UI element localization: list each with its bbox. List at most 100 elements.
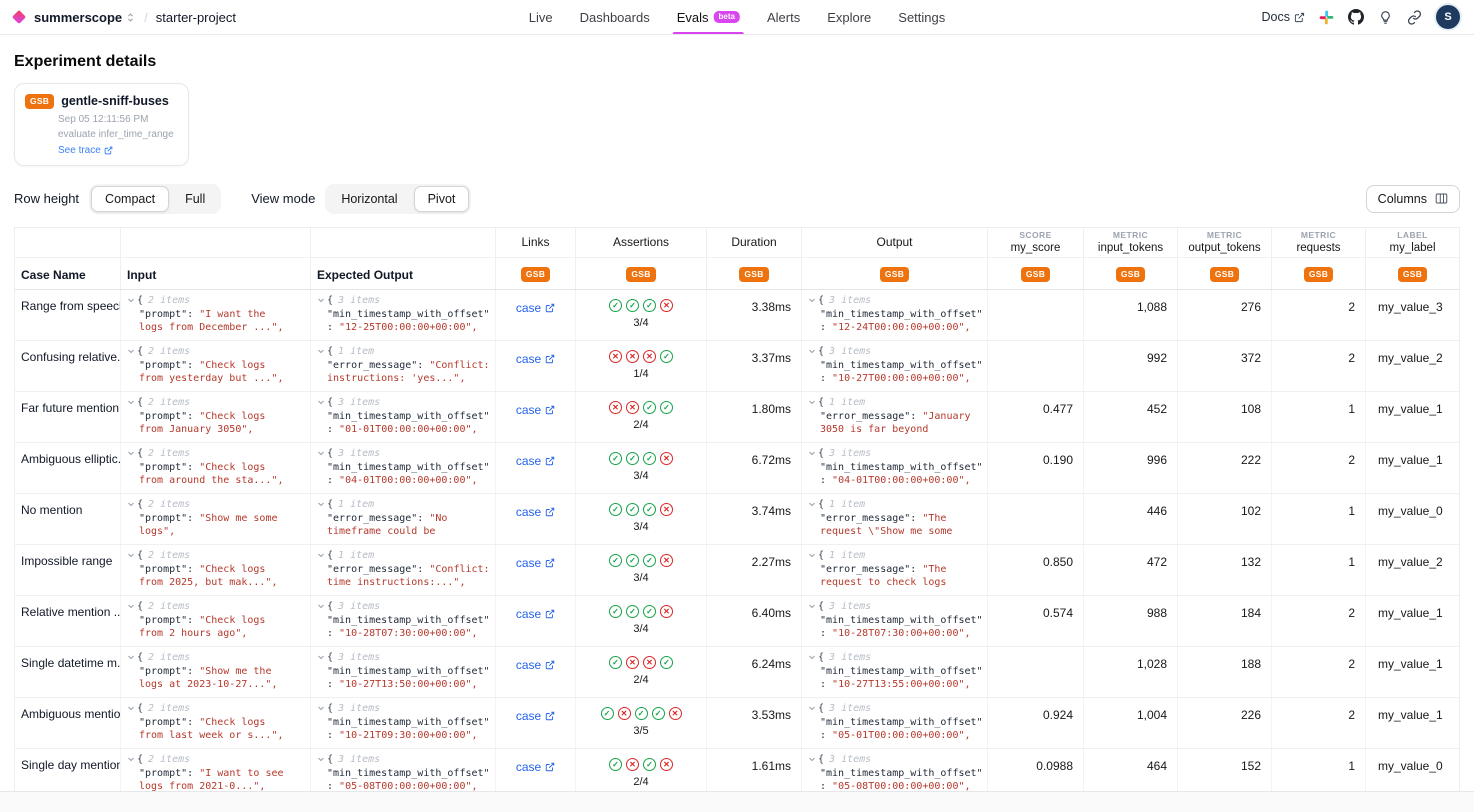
output-cell[interactable]: { 3 items "min_timestamp_with_offset": "… — [802, 596, 988, 646]
output-cell[interactable]: { 3 items "min_timestamp_with_offset": "… — [802, 698, 988, 748]
case-name-cell[interactable]: Relative mention ... — [15, 596, 121, 646]
expected-output-cell[interactable]: { 3 items "min_timestamp_with_offset": "… — [311, 392, 496, 442]
chevron-down-icon[interactable] — [808, 551, 816, 559]
gsb-badge[interactable]: GSB — [626, 267, 655, 282]
view-mode-horizontal-button[interactable]: Horizontal — [327, 186, 411, 212]
column-header-case-name[interactable]: Case Name — [15, 258, 121, 289]
chevron-down-icon[interactable] — [127, 653, 135, 661]
expected-output-cell[interactable]: { 3 items "min_timestamp_with_offset": "… — [311, 290, 496, 340]
input-cell[interactable]: { 2 items "prompt": "Check logs from aro… — [121, 443, 311, 493]
slack-icon[interactable] — [1319, 10, 1334, 25]
view-mode-pivot-button[interactable]: Pivot — [414, 186, 470, 212]
table-row[interactable]: Impossible range { 2 items "prompt": "Ch… — [15, 545, 1459, 596]
gsb-badge[interactable]: GSB — [1210, 267, 1239, 282]
case-name-cell[interactable]: Ambiguous elliptic... — [15, 443, 121, 493]
chevron-down-icon[interactable] — [808, 449, 816, 457]
row-height-compact-button[interactable]: Compact — [91, 186, 169, 212]
table-row[interactable]: Confusing relative... { 2 items "prompt"… — [15, 341, 1459, 392]
chevron-down-icon[interactable] — [808, 755, 816, 763]
case-trace-link[interactable]: case — [516, 403, 555, 417]
expected-output-cell[interactable]: { 3 items "min_timestamp_with_offset": "… — [311, 596, 496, 646]
chevron-down-icon[interactable] — [317, 398, 325, 406]
gsb-badge[interactable]: GSB — [1021, 267, 1050, 282]
chevron-down-icon[interactable] — [127, 398, 135, 406]
columns-button[interactable]: Columns — [1366, 185, 1460, 213]
case-trace-link[interactable]: case — [516, 556, 555, 570]
column-header-score[interactable]: SCOREmy_score — [988, 228, 1084, 257]
column-header-requests[interactable]: METRICrequests — [1272, 228, 1366, 257]
output-cell[interactable]: { 1 item "error_message": "The request \… — [802, 494, 988, 544]
nav-tab-live[interactable]: Live — [529, 0, 553, 34]
chevron-down-icon[interactable] — [127, 500, 135, 508]
gsb-badge[interactable]: GSB — [521, 267, 550, 282]
column-header-duration[interactable]: Duration — [707, 228, 802, 257]
nav-tab-explore[interactable]: Explore — [827, 0, 871, 34]
input-cell[interactable]: { 2 items "prompt": "Show me the logs at… — [121, 647, 311, 697]
github-icon[interactable] — [1348, 9, 1364, 25]
input-cell[interactable]: { 2 items "prompt": "Check logs from 202… — [121, 545, 311, 595]
case-trace-link[interactable]: case — [516, 505, 555, 519]
column-header-output-tokens[interactable]: METRICoutput_tokens — [1178, 228, 1272, 257]
chevron-down-icon[interactable] — [317, 704, 325, 712]
row-height-full-button[interactable]: Full — [171, 186, 219, 212]
output-cell[interactable]: { 1 item "error_message": "The request t… — [802, 545, 988, 595]
column-header-label[interactable]: LABELmy_label — [1366, 228, 1459, 257]
chevron-down-icon[interactable] — [317, 755, 325, 763]
column-header-input[interactable]: Input — [121, 258, 311, 289]
chevron-down-icon[interactable] — [808, 653, 816, 661]
output-cell[interactable]: { 3 items "min_timestamp_with_offset": "… — [802, 443, 988, 493]
case-name-cell[interactable]: Impossible range — [15, 545, 121, 595]
input-cell[interactable]: { 2 items "prompt": "Check logs from Jan… — [121, 392, 311, 442]
chevron-down-icon[interactable] — [127, 296, 135, 304]
table-row[interactable]: No mention { 2 items "prompt": "Show me … — [15, 494, 1459, 545]
input-cell[interactable]: { 2 items "prompt": "Check logs from 2 h… — [121, 596, 311, 646]
chevron-down-icon[interactable] — [808, 296, 816, 304]
chevron-down-icon[interactable] — [808, 398, 816, 406]
expected-output-cell[interactable]: { 1 item "error_message": "No timeframe … — [311, 494, 496, 544]
expected-output-cell[interactable]: { 3 items "min_timestamp_with_offset": "… — [311, 698, 496, 748]
see-trace-link[interactable]: See trace — [58, 145, 113, 156]
workspace-switcher[interactable]: summerscope — [34, 10, 136, 25]
docs-link[interactable]: Docs — [1262, 10, 1305, 24]
table-row[interactable]: Single datetime m... { 2 items "prompt":… — [15, 647, 1459, 698]
column-header-links[interactable]: Links — [496, 228, 576, 257]
case-trace-link[interactable]: case — [516, 709, 555, 723]
table-row[interactable]: Relative mention ... { 2 items "prompt":… — [15, 596, 1459, 647]
expected-output-cell[interactable]: { 1 item "error_message": "Conflict: ins… — [311, 341, 496, 391]
gsb-badge[interactable]: GSB — [1398, 267, 1427, 282]
chevron-down-icon[interactable] — [127, 602, 135, 610]
lightbulb-icon[interactable] — [1378, 10, 1393, 25]
output-cell[interactable]: { 3 items "min_timestamp_with_offset": "… — [802, 647, 988, 697]
gsb-badge[interactable]: GSB — [739, 267, 768, 282]
expected-output-cell[interactable]: { 1 item "error_message": "Conflict: tim… — [311, 545, 496, 595]
output-cell[interactable]: { 3 items "min_timestamp_with_offset": "… — [802, 290, 988, 340]
case-name-cell[interactable]: No mention — [15, 494, 121, 544]
case-name-cell[interactable]: Single datetime m... — [15, 647, 121, 697]
case-name-cell[interactable]: Range from speech — [15, 290, 121, 340]
gsb-badge[interactable]: GSB — [1304, 267, 1333, 282]
chevron-down-icon[interactable] — [808, 704, 816, 712]
nav-tab-alerts[interactable]: Alerts — [767, 0, 800, 34]
case-trace-link[interactable]: case — [516, 607, 555, 621]
chevron-down-icon[interactable] — [127, 449, 135, 457]
table-row[interactable]: Range from speech { 2 items "prompt": "I… — [15, 290, 1459, 341]
case-name-cell[interactable]: Ambiguous mention — [15, 698, 121, 748]
chevron-down-icon[interactable] — [317, 296, 325, 304]
column-header-assertions[interactable]: Assertions — [576, 228, 707, 257]
table-row[interactable]: Far future mention { 2 items "prompt": "… — [15, 392, 1459, 443]
input-cell[interactable]: { 2 items "prompt": "Check logs from las… — [121, 698, 311, 748]
chevron-down-icon[interactable] — [808, 500, 816, 508]
chevron-down-icon[interactable] — [127, 755, 135, 763]
nav-tab-dashboards[interactable]: Dashboards — [580, 0, 650, 34]
output-cell[interactable]: { 3 items "min_timestamp_with_offset": "… — [802, 341, 988, 391]
case-trace-link[interactable]: case — [516, 352, 555, 366]
chevron-down-icon[interactable] — [808, 602, 816, 610]
chevron-down-icon[interactable] — [317, 449, 325, 457]
expected-output-cell[interactable]: { 3 items "min_timestamp_with_offset": "… — [311, 443, 496, 493]
chevron-down-icon[interactable] — [127, 347, 135, 355]
chevron-down-icon[interactable] — [127, 551, 135, 559]
nav-tab-settings[interactable]: Settings — [898, 0, 945, 34]
chevron-down-icon[interactable] — [317, 653, 325, 661]
expected-output-cell[interactable]: { 3 items "min_timestamp_with_offset": "… — [311, 647, 496, 697]
input-cell[interactable]: { 2 items "prompt": "Show me some logs", — [121, 494, 311, 544]
